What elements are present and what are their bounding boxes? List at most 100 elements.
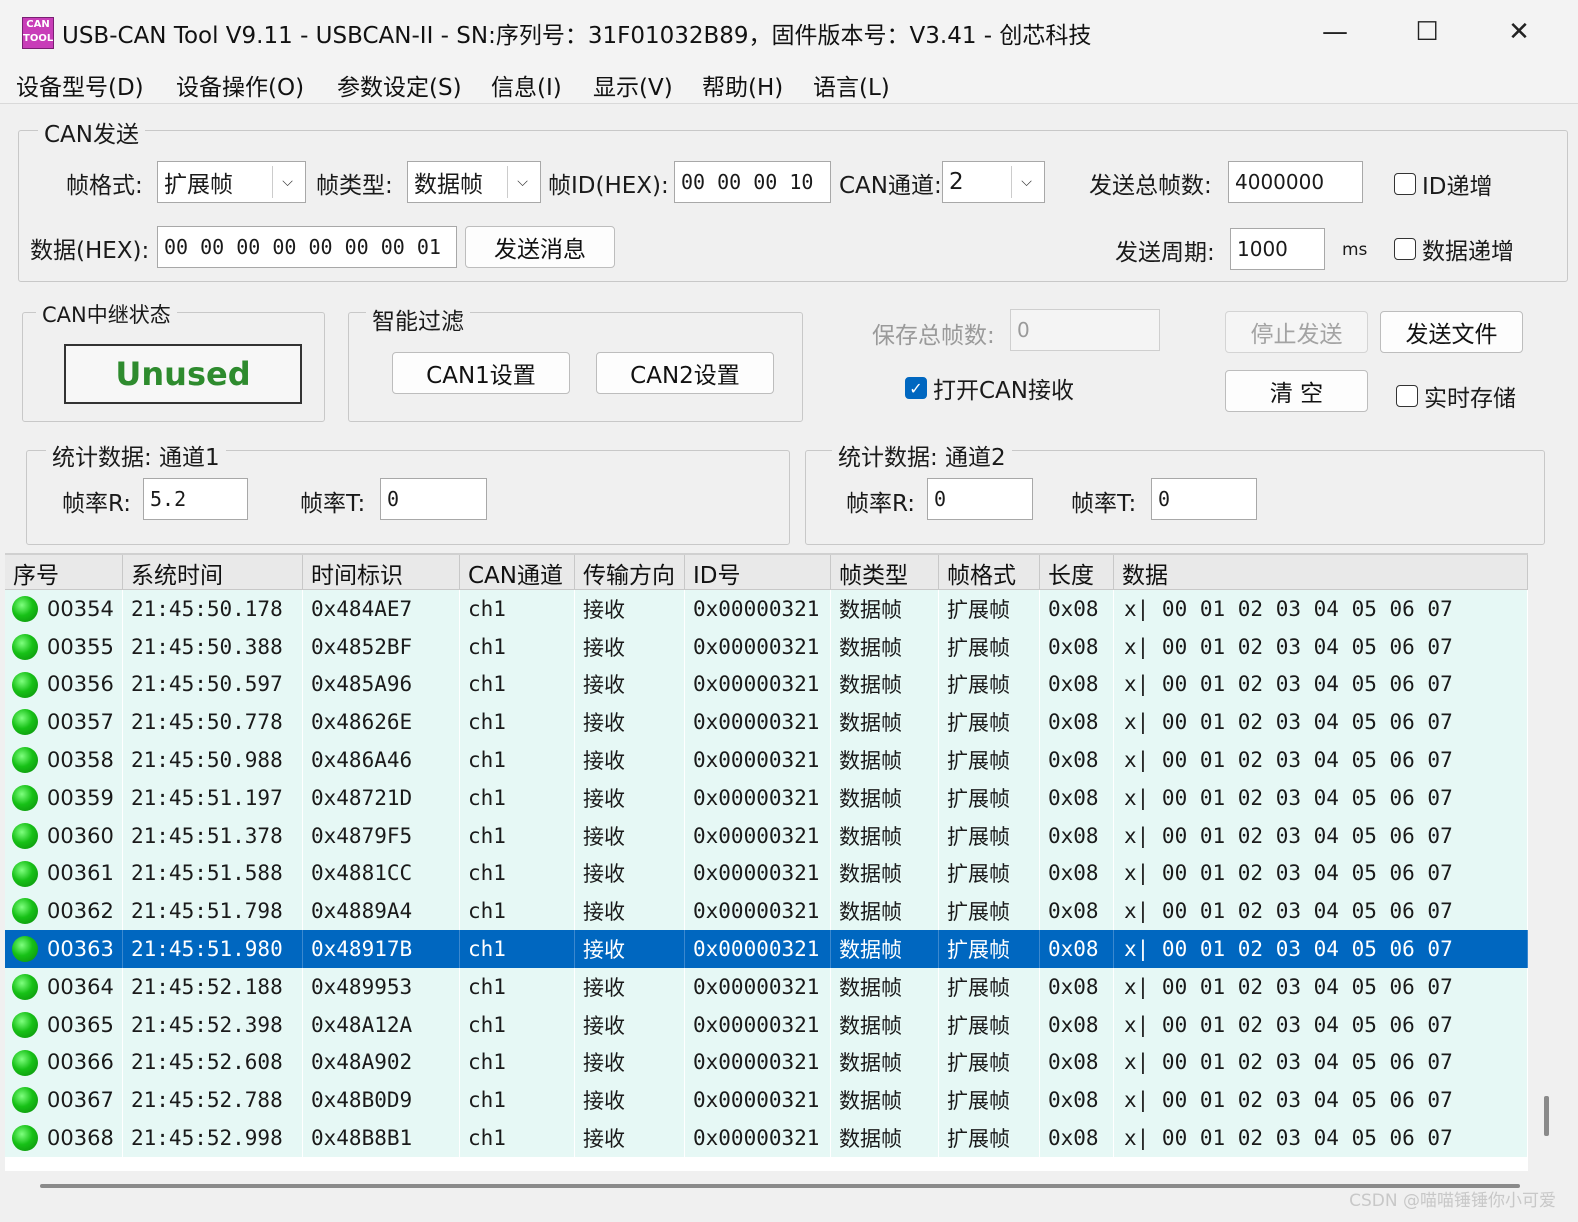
cell-system-time: 21:45:50.597 [123,665,303,704]
ch1-rate-r-label: 帧率R: [62,491,132,517]
send-file-button[interactable]: 发送文件 [1380,311,1523,353]
cell-system-time: 21:45:50.988 [123,741,303,779]
vertical-scrollbar[interactable] [1544,1096,1549,1136]
table-row[interactable]: 00357 21:45:50.778 0x48626E ch1 接收 0x00000321… [5,703,1528,742]
cell-frame-format: 扩展帧 [939,968,1040,1006]
menu-device-model[interactable]: 设备型号(D) [16,68,144,102]
column-header-frame-format[interactable]: 帧格式 [939,555,1040,590]
cell-direction: 接收 [575,627,685,666]
send-period-input[interactable]: 1000 [1230,228,1325,270]
cell-timestamp: 0x485A96 [303,665,460,704]
window-title: USB-CAN Tool V9.11 - USBCAN-II - SN:序列号：… [62,23,1092,49]
cell-system-time: 21:45:51.588 [123,854,303,893]
data-hex-input[interactable]: 00 00 00 00 00 00 00 01 [157,226,457,268]
relay-status-indicator: Unused [64,344,302,404]
column-header-id[interactable]: ID号 [685,555,831,590]
cell-frame-type: 数据帧 [831,1043,939,1082]
cell-data: x| 00 01 02 03 04 05 06 07 [1114,703,1528,742]
cell-system-time: 21:45:51.798 [123,892,303,931]
can1-settings-button[interactable]: CAN1设置 [392,352,570,394]
frame-format-select[interactable]: 扩展帧 ⌵ [157,161,306,203]
column-header-data[interactable]: 数据 [1114,555,1528,590]
send-message-button[interactable]: 发送消息 [465,226,615,268]
minimize-button[interactable]: — [1290,0,1380,64]
column-header-seq[interactable]: 序号 [5,555,123,590]
cell-frame-type: 数据帧 [831,1119,939,1157]
frame-type-select[interactable]: 数据帧 ⌵ [407,161,541,203]
table-row[interactable]: 00354 21:45:50.178 0x484AE7 ch1 接收 0x00000321… [5,590,1528,628]
cell-system-time: 21:45:51.980 [123,930,303,968]
filter-title: 智能过滤 [366,302,470,336]
menu-parameters[interactable]: 参数设定(S) [337,68,462,102]
menu-display[interactable]: 显示(V) [593,68,673,102]
table-row[interactable]: 00358 21:45:50.988 0x486A46 ch1 接收 0x00000321… [5,741,1528,779]
data-increment-checkbox[interactable]: 数据递增 [1394,232,1514,266]
table-row[interactable]: 00361 21:45:51.588 0x4881CC ch1 接收 0x00000321… [5,854,1528,893]
frame-type-value: 数据帧 [414,172,483,198]
table-row[interactable]: 00362 21:45:51.798 0x4889A4 ch1 接收 0x00000321… [5,892,1528,931]
cell-can-channel: ch1 [460,1005,575,1044]
cell-id: 0x00000321 [685,892,831,931]
frame-id-input[interactable]: 00 00 00 10 [674,161,831,203]
menu-info[interactable]: 信息(I) [491,68,562,102]
can2-settings-button[interactable]: CAN2设置 [596,352,774,394]
table-row[interactable]: 00367 21:45:52.788 0x48B0D9 ch1 接收 0x00000321… [5,1081,1528,1120]
menu-help[interactable]: 帮助(H) [702,68,783,102]
table-row[interactable]: 00360 21:45:51.378 0x4879F5 ch1 接收 0x00000321… [5,816,1528,855]
can-channel-select[interactable]: 2 ⌵ [942,161,1045,203]
frame-id-label: 帧ID(HEX): [548,173,669,199]
cell-seq: 00364 [5,968,123,1006]
cell-frame-format: 扩展帧 [939,1043,1040,1082]
table-row[interactable]: 00356 21:45:50.597 0x485A96 ch1 接收 0x00000321… [5,665,1528,704]
app-icon: CAN TOOL [22,17,54,49]
realtime-save-checkbox[interactable]: 实时存储 [1396,379,1516,413]
cell-direction: 接收 [575,1081,685,1120]
column-header-length[interactable]: 长度 [1040,555,1114,590]
horizontal-scrollbar[interactable] [40,1184,1520,1188]
clear-button[interactable]: 清 空 [1225,370,1368,412]
cell-direction: 接收 [575,741,685,779]
cell-data: x| 00 01 02 03 04 05 06 07 [1114,1005,1528,1044]
cell-direction: 接收 [575,816,685,855]
total-frames-input[interactable]: 4000000 [1228,161,1363,203]
cell-length: 0x08 [1040,854,1114,893]
open-can-receive-checkbox[interactable]: ✓ 打开CAN接收 [905,371,1074,405]
cell-system-time: 21:45:52.998 [123,1119,303,1157]
cell-seq: 00366 [5,1043,123,1082]
cell-length: 0x08 [1040,968,1114,1006]
column-header-can-channel[interactable]: CAN通道 [460,555,575,590]
column-header-frame-type[interactable]: 帧类型 [831,555,939,590]
cell-can-channel: ch1 [460,590,575,628]
cell-frame-format: 扩展帧 [939,627,1040,666]
table-row[interactable]: 00359 21:45:51.197 0x48721D ch1 接收 0x00000321… [5,779,1528,817]
can-channel-value: 2 [949,169,964,195]
table-row[interactable]: 00355 21:45:50.388 0x4852BF ch1 接收 0x00000321… [5,627,1528,666]
close-button[interactable]: ✕ [1474,0,1564,64]
table-row[interactable]: 00363 21:45:51.980 0x48917B ch1 接收 0x00000321… [5,930,1528,968]
watermark: CSDN @喵喵锤锤你小可爱 [1349,1191,1556,1211]
cell-system-time: 21:45:52.188 [123,968,303,1006]
cell-timestamp: 0x48721D [303,779,460,817]
total-frames-label: 发送总帧数: [1089,173,1212,199]
column-header-timestamp[interactable]: 时间标识 [303,555,460,590]
table-row[interactable]: 00366 21:45:52.608 0x48A902 ch1 接收 0x00000321… [5,1043,1528,1082]
checkmark-icon: ✓ [905,377,927,399]
cell-frame-type: 数据帧 [831,854,939,893]
menu-device-operation[interactable]: 设备操作(O) [176,68,304,102]
maximize-button[interactable]: ☐ [1382,0,1472,64]
cell-timestamp: 0x48B8B1 [303,1119,460,1157]
ch2-rate-r-value: 0 [927,478,1033,520]
column-header-system-time[interactable]: 系统时间 [123,555,303,590]
stats-channel1-title: 统计数据: 通道1 [46,438,226,472]
table-row[interactable]: 00368 21:45:52.998 0x48B8B1 ch1 接收 0x00000321… [5,1119,1528,1157]
cell-can-channel: ch1 [460,930,575,968]
table-row[interactable]: 00364 21:45:52.188 0x489953 ch1 接收 0x00000321… [5,968,1528,1006]
cell-length: 0x08 [1040,703,1114,742]
menu-language[interactable]: 语言(L) [813,68,890,102]
column-header-direction[interactable]: 传输方向 [575,555,685,590]
id-increment-checkbox[interactable]: ID递增 [1394,167,1493,201]
cell-seq: 00358 [5,741,123,779]
cell-id: 0x00000321 [685,968,831,1006]
table-row[interactable]: 00365 21:45:52.398 0x48A12A ch1 接收 0x00000321… [5,1005,1528,1044]
message-table[interactable]: 序号 系统时间 时间标识 CAN通道 传输方向 ID号 帧类型 帧格式 长度 数据 00354 21… [5,553,1528,1171]
